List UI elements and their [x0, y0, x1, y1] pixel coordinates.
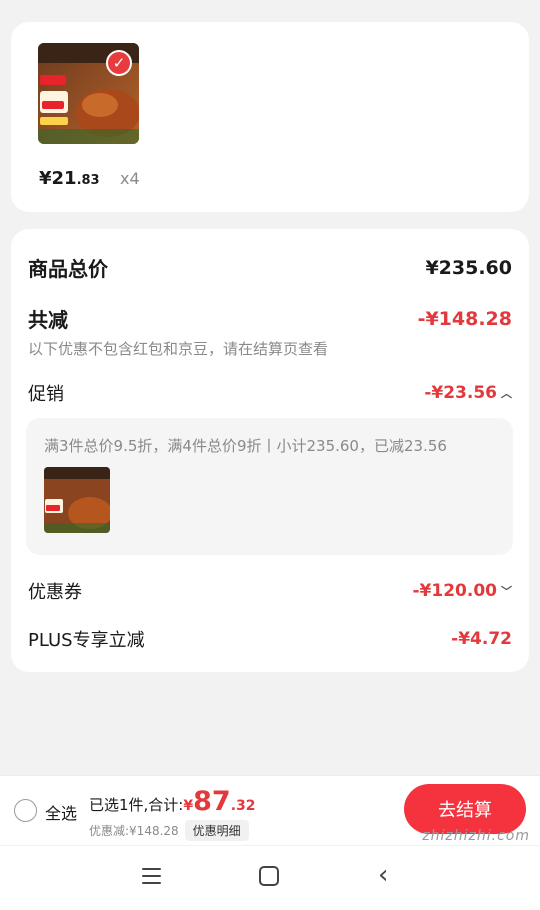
total-currency: ¥: [183, 798, 194, 814]
promo-product-image[interactable]: [44, 467, 110, 533]
promo-toggle[interactable]: -¥23.56 ︿: [424, 383, 512, 403]
discount-detail-button[interactable]: 优惠明细: [184, 820, 249, 841]
plus-value: -¥4.72: [451, 629, 512, 649]
price-summary-card: 商品总价 ¥235.60 共减 -¥148.28 以下优惠不包含红包和京豆，请在…: [11, 229, 529, 672]
select-all-label[interactable]: 全选: [45, 800, 77, 824]
reduction-label: 共减: [28, 308, 68, 332]
discount-line: 优惠减:¥148.28 优惠明细: [89, 820, 249, 841]
total-value: ¥235.60: [425, 256, 512, 279]
check-icon[interactable]: ✓: [106, 50, 132, 76]
total-row: 商品总价 ¥235.60: [28, 253, 512, 282]
select-all-radio[interactable]: [14, 799, 37, 822]
price-integer: ¥21: [39, 168, 77, 189]
coupon-row[interactable]: 优惠券 -¥120.00 ﹀: [28, 578, 512, 604]
menu-icon[interactable]: [142, 868, 161, 889]
promo-row[interactable]: 促销 -¥23.56 ︿: [28, 380, 512, 406]
promo-detail-box: 满3件总价9.5折，满4件总价9折丨小计235.60，已减23.56: [26, 418, 513, 555]
plus-row: PLUS专享立减 -¥4.72: [28, 626, 512, 652]
watermark: zhizhizhi.com: [422, 828, 530, 844]
coupon-label: 优惠券: [28, 582, 82, 603]
discount-text: 优惠减:¥148.28: [89, 824, 179, 838]
total-prefix: 已选1件,合计:: [89, 796, 184, 814]
home-icon[interactable]: [259, 866, 279, 886]
price-decimal: .83: [76, 173, 100, 188]
product-quantity: x4: [120, 169, 140, 188]
system-nav-bar: ‹: [0, 846, 540, 910]
chevron-up-icon[interactable]: ︿: [501, 385, 512, 401]
promo-label: 促销: [28, 384, 64, 405]
back-icon[interactable]: ‹: [378, 860, 388, 890]
product-price: ¥21 .83: [39, 168, 100, 189]
plus-label: PLUS专享立减: [28, 630, 145, 651]
product-card: ✓ ¥21 .83 x4: [11, 22, 529, 212]
checkout-button[interactable]: 去结算: [404, 784, 526, 834]
total-decimal: .32: [230, 798, 256, 814]
reduction-note: 以下优惠不包含红包和京豆，请在结算页查看: [28, 340, 329, 358]
total-integer: 87: [193, 786, 231, 817]
reduction-value: -¥148.28: [417, 307, 512, 330]
chevron-down-icon[interactable]: ﹀: [501, 583, 512, 599]
reduction-row: 共减 -¥148.28: [28, 304, 512, 333]
coupon-toggle[interactable]: -¥120.00 ﹀: [413, 581, 513, 601]
coupon-value: -¥120.00: [412, 581, 498, 601]
promo-description: 满3件总价9.5折，满4件总价9折丨小计235.60，已减23.56: [44, 437, 447, 455]
total-line: 已选1件,合计: ¥ 87 .32: [89, 786, 256, 817]
promo-value: -¥23.56: [424, 383, 497, 403]
total-label: 商品总价: [28, 257, 108, 281]
